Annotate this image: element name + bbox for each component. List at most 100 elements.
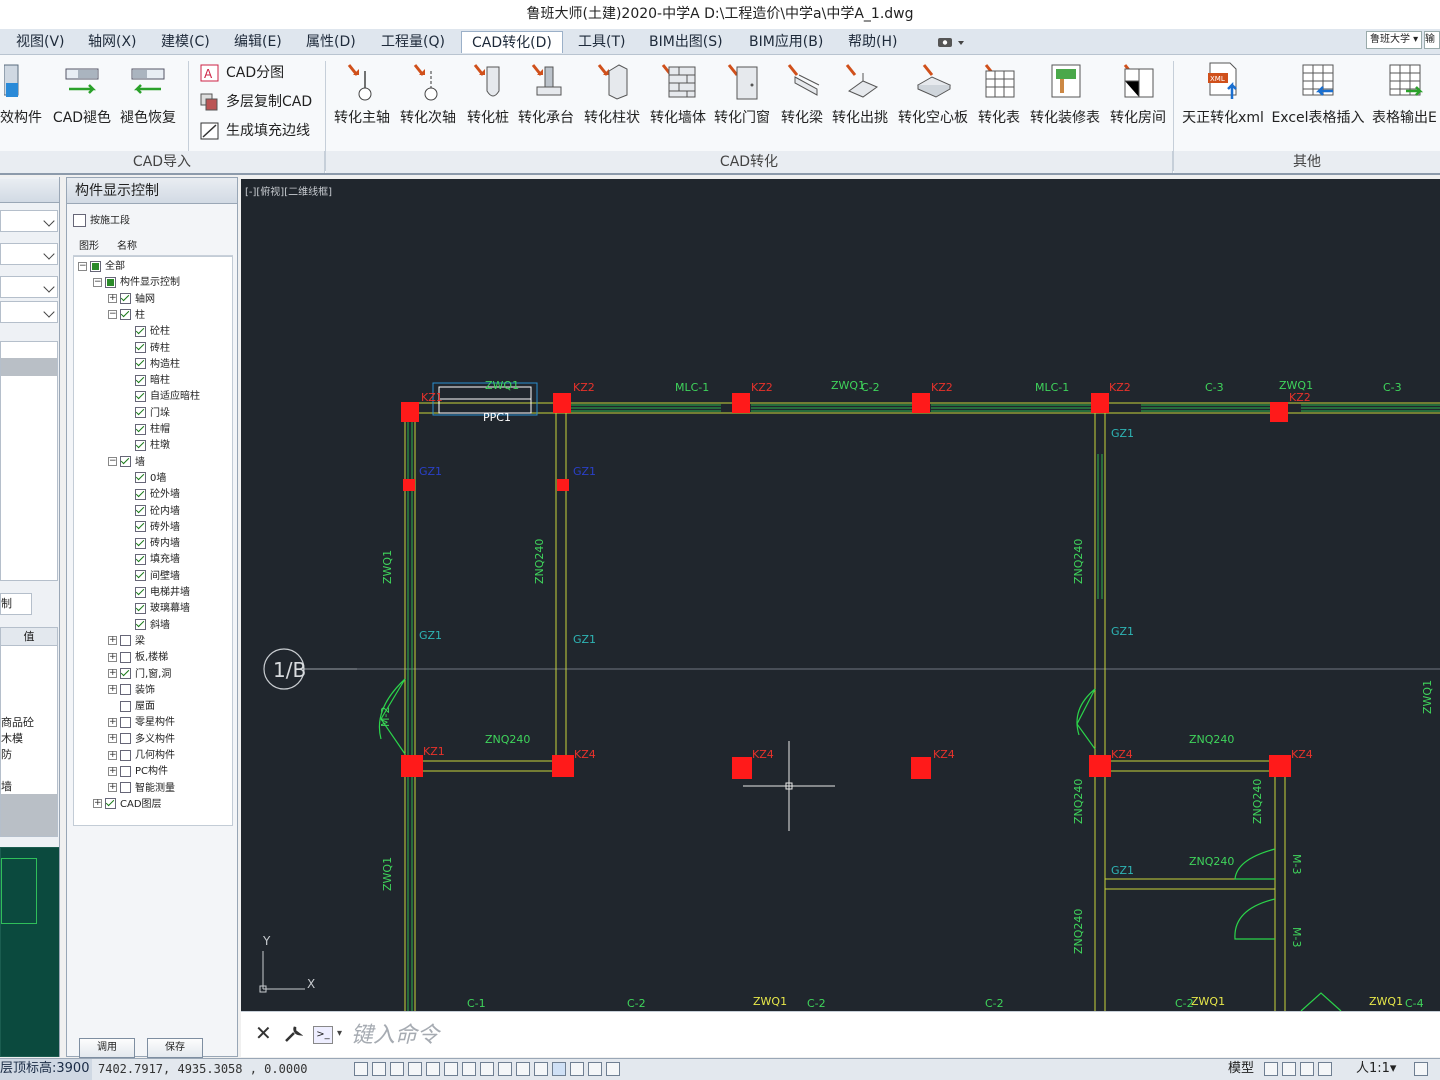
tree-checkbox[interactable] bbox=[120, 635, 131, 647]
tree-item[interactable]: 电梯井墙 bbox=[123, 585, 190, 601]
command-input[interactable] bbox=[351, 1020, 1151, 1050]
tree-item[interactable]: 砼外墙 bbox=[123, 487, 180, 503]
tree-item[interactable]: 砼柱 bbox=[123, 324, 170, 340]
tree-checkbox[interactable] bbox=[135, 358, 146, 370]
left-dropdown[interactable] bbox=[0, 276, 58, 298]
ribbon-convert-door-window-button[interactable]: 转化门窗 bbox=[710, 59, 774, 131]
expand-icon[interactable]: + bbox=[108, 685, 117, 695]
tree-checkbox[interactable] bbox=[135, 325, 146, 337]
tree-item[interactable]: − 构件显示控制 bbox=[93, 275, 180, 291]
tree-checkbox[interactable] bbox=[120, 765, 131, 777]
ducs-toggle-icon[interactable] bbox=[480, 1062, 494, 1076]
expand-icon[interactable]: + bbox=[108, 717, 117, 727]
by-stage-checkbox[interactable]: 按施工段 bbox=[73, 214, 130, 229]
ribbon-convert-main-axis-button[interactable]: 转化主轴 bbox=[330, 59, 394, 131]
tree-checkbox[interactable] bbox=[120, 684, 131, 696]
menu-view[interactable]: 视图(V) bbox=[12, 31, 69, 53]
tree-checkbox[interactable] bbox=[135, 407, 146, 419]
tree-item[interactable]: 门垛 bbox=[123, 406, 170, 422]
tree-item[interactable]: 构造柱 bbox=[123, 357, 180, 373]
layout-icon[interactable] bbox=[1282, 1062, 1296, 1076]
minimap-viewport[interactable] bbox=[1, 858, 37, 924]
menu-bim-apply[interactable]: BIM应用(B) bbox=[745, 31, 827, 53]
tree-checkbox[interactable] bbox=[135, 570, 146, 582]
left-list-selected[interactable] bbox=[1, 358, 57, 376]
expand-icon[interactable]: + bbox=[93, 799, 102, 809]
ribbon-convert-finish-table-button[interactable]: 转化装修表 bbox=[1026, 59, 1104, 131]
3d-osnap-toggle-icon[interactable] bbox=[444, 1062, 458, 1076]
tree-item[interactable]: 暗柱 bbox=[123, 373, 170, 389]
tree-checkbox[interactable] bbox=[105, 276, 116, 288]
ribbon-convert-column-button[interactable]: 转化柱状 bbox=[580, 59, 644, 131]
menu-help[interactable]: 帮助(H) bbox=[844, 31, 901, 53]
left-dropdown[interactable] bbox=[0, 243, 58, 265]
tree-checkbox[interactable] bbox=[90, 260, 101, 272]
tree-item[interactable]: − 柱 bbox=[108, 308, 145, 324]
tree-checkbox[interactable] bbox=[120, 700, 131, 712]
quick-props-icon[interactable] bbox=[588, 1062, 602, 1076]
collapse-icon[interactable]: − bbox=[78, 261, 87, 271]
expand-icon[interactable]: + bbox=[108, 669, 117, 678]
collapse-icon[interactable]: − bbox=[108, 457, 117, 467]
layout-icon[interactable] bbox=[1300, 1062, 1314, 1076]
tree-item[interactable]: 间壁墙 bbox=[123, 569, 180, 585]
tree-checkbox[interactable] bbox=[120, 309, 131, 321]
tree-item[interactable]: + 轴网 bbox=[108, 292, 155, 308]
ribbon-convert-beam-button[interactable]: 转化梁 bbox=[776, 59, 828, 131]
left-dropdown[interactable] bbox=[0, 210, 58, 232]
tree-item[interactable]: 柱墩 bbox=[123, 438, 170, 454]
ribbon-convert-hollow-slab-button[interactable]: 转化空心板 bbox=[894, 59, 972, 131]
ribbon-convert-pile-button[interactable]: 转化桩 bbox=[460, 59, 516, 131]
tree-checkbox[interactable] bbox=[135, 619, 146, 631]
ribbon-convert-room-button[interactable]: 转化房间 bbox=[1106, 59, 1170, 131]
viewport-icon[interactable] bbox=[1318, 1062, 1332, 1076]
tree-checkbox[interactable] bbox=[120, 668, 131, 679]
tree-checkbox[interactable] bbox=[135, 472, 146, 484]
selection-cycle-icon[interactable] bbox=[552, 1062, 566, 1076]
tree-checkbox[interactable] bbox=[135, 342, 146, 353]
ribbon-cad-split-button[interactable]: A CAD分图 bbox=[200, 61, 284, 85]
ribbon-convert-cantilever-button[interactable]: 转化出挑 bbox=[830, 59, 890, 131]
tree-checkbox[interactable] bbox=[120, 733, 131, 745]
ribbon-convert-table-button[interactable]: 转化表 bbox=[974, 59, 1024, 131]
tree-item[interactable]: 斜墙 bbox=[123, 618, 170, 634]
menu-quantity[interactable]: 工程量(Q) bbox=[377, 31, 449, 53]
tree-checkbox[interactable] bbox=[135, 505, 146, 516]
tree-checkbox[interactable] bbox=[135, 390, 146, 402]
tree-item[interactable]: 填充墙 bbox=[123, 552, 180, 568]
ribbon-table-export-button[interactable]: 表格输出E bbox=[1370, 59, 1440, 131]
model-tab[interactable]: 模型 bbox=[1228, 1059, 1254, 1079]
tree-item[interactable]: 自适应暗柱 bbox=[123, 389, 200, 405]
drawing-canvas[interactable]: 1/B KZ1 KZ2 KZ2 KZ2 KZ2 KZ2 KZ1 KZ4 KZ4 … bbox=[241, 179, 1440, 1011]
tree-item[interactable]: 屋面 bbox=[108, 699, 155, 715]
tree-item[interactable]: + PC构件 bbox=[108, 764, 168, 780]
collapse-icon[interactable]: − bbox=[108, 310, 117, 320]
expand-icon[interactable]: + bbox=[108, 750, 117, 760]
chevron-down-icon[interactable]: ▾ bbox=[337, 1028, 342, 1039]
annotation-scale[interactable]: 人1:1▾ bbox=[1356, 1059, 1396, 1079]
tree-item[interactable]: + 门,窗,洞 bbox=[108, 667, 171, 683]
ribbon-convert-cap-button[interactable]: 转化承台 bbox=[514, 59, 578, 131]
checkbox[interactable] bbox=[73, 214, 86, 227]
expand-icon[interactable]: + bbox=[108, 766, 117, 776]
tree-checkbox[interactable] bbox=[135, 488, 146, 500]
expand-icon[interactable]: + bbox=[108, 652, 117, 662]
ribbon-convert-secondary-axis-button[interactable]: 转化次轴 bbox=[396, 59, 460, 131]
collapse-icon[interactable]: − bbox=[93, 277, 102, 287]
menu-cad-convert[interactable]: CAD转化(D) bbox=[461, 31, 563, 53]
ribbon-convert-wall-button[interactable]: 转化墙体 bbox=[646, 59, 710, 131]
tree-checkbox[interactable] bbox=[135, 423, 146, 435]
tree-item[interactable]: − 墙 bbox=[108, 455, 145, 471]
polar-toggle-icon[interactable] bbox=[408, 1062, 422, 1076]
camera-dropdown-icon[interactable] bbox=[936, 35, 966, 49]
menu-axis[interactable]: 轴网(X) bbox=[84, 31, 141, 53]
tree-checkbox[interactable] bbox=[135, 439, 146, 451]
ribbon-multilayer-copy-button[interactable]: 多层复制CAD bbox=[200, 90, 312, 114]
menu-tools[interactable]: 工具(T) bbox=[574, 31, 629, 53]
tree-checkbox[interactable] bbox=[135, 586, 146, 598]
tree-item[interactable]: + 零星构件 bbox=[108, 715, 175, 731]
tree-item[interactable]: − 全部 bbox=[78, 259, 125, 275]
left-button[interactable]: 制 bbox=[0, 593, 32, 615]
apply-button[interactable]: 调用 bbox=[79, 1038, 135, 1058]
left-dropdown[interactable] bbox=[0, 301, 58, 323]
